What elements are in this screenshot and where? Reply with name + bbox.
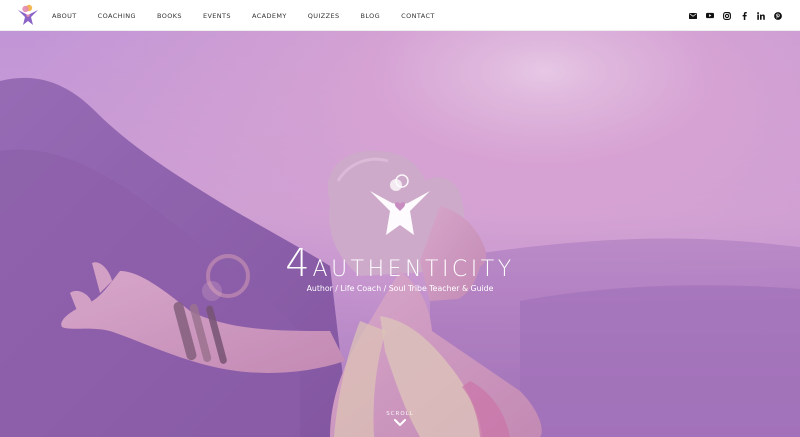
brand-wordmark: 4AUTHENTICITY [280, 241, 520, 285]
brand-word: AUTHENTICITY [312, 257, 515, 282]
star-figure-icon [370, 174, 430, 235]
linkedin-icon[interactable] [757, 11, 765, 20]
brand-logo-mark [368, 171, 432, 235]
nav-blog[interactable]: BLOG [361, 12, 381, 20]
social-links [689, 0, 782, 31]
hero-content: 4AUTHENTICITY Author / Life Coach / Soul… [0, 31, 800, 437]
hero-tagline: Author / Life Coach / Soul Tribe Teacher… [306, 284, 494, 293]
chevron-down-icon [394, 419, 406, 426]
nav-quizzes[interactable]: QUIZZES [308, 12, 340, 20]
main-nav: ABOUT COACHING BOOKS EVENTS ACADEMY QUIZ… [52, 0, 435, 31]
site-header: ABOUT COACHING BOOKS EVENTS ACADEMY QUIZ… [0, 0, 800, 31]
email-icon[interactable] [689, 12, 697, 20]
facebook-icon[interactable] [740, 11, 748, 20]
logo-icon [18, 4, 38, 25]
brand-digit: 4 [285, 241, 313, 285]
nav-about[interactable]: ABOUT [52, 12, 77, 20]
hero-section: 4AUTHENTICITY Author / Life Coach / Soul… [0, 31, 800, 437]
pinterest-icon[interactable] [774, 11, 782, 20]
instagram-icon[interactable] [723, 11, 731, 20]
nav-books[interactable]: BOOKS [157, 12, 182, 20]
nav-academy[interactable]: ACADEMY [252, 12, 287, 20]
scroll-label: SCROLL [386, 411, 414, 417]
nav-events[interactable]: EVENTS [203, 12, 231, 20]
site-logo[interactable] [16, 3, 40, 27]
youtube-icon[interactable] [706, 12, 714, 20]
scroll-button[interactable]: SCROLL [370, 411, 430, 427]
nav-coaching[interactable]: COACHING [98, 12, 136, 20]
nav-contact[interactable]: CONTACT [401, 12, 435, 20]
